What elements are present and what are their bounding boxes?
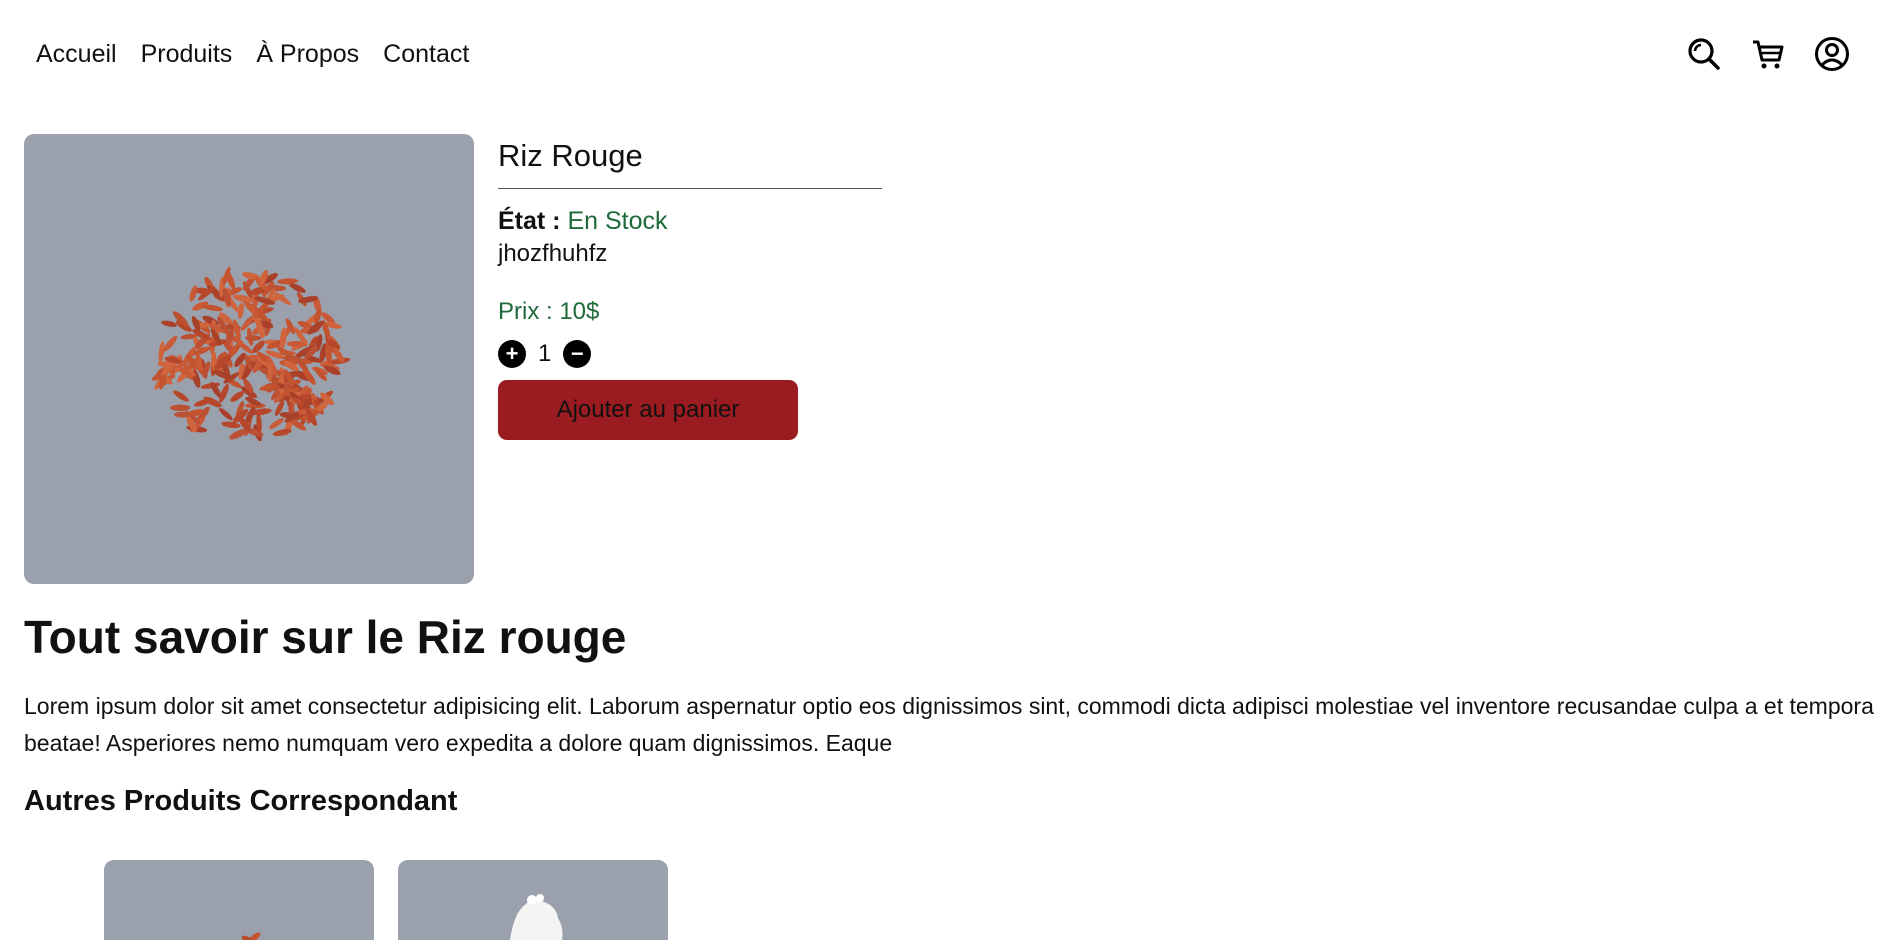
nav-links: Accueil Produits À Propos Contact [36,40,469,69]
search-icon[interactable] [1686,36,1722,72]
nav-link-produits[interactable]: Produits [141,40,233,69]
related-products [104,860,668,940]
add-to-cart-button[interactable]: Ajouter au panier [498,380,798,440]
related-title: Autres Produits Correspondant [24,785,458,817]
nav-link-a-propos[interactable]: À Propos [256,40,359,69]
product-image [24,134,474,584]
product-price: Prix : 10$ [498,298,600,325]
cart-icon[interactable] [1750,36,1786,72]
about-text: Lorem ipsum dolor sit amet consectetur a… [24,693,1874,756]
quantity-value: 1 [538,340,552,367]
status-value: En Stock [567,207,668,235]
plus-icon[interactable]: + [498,340,526,368]
stock-status: État : En Stock [498,207,882,236]
user-icon[interactable] [1814,36,1850,72]
nav-icons [1686,36,1850,72]
related-product-card[interactable] [398,860,668,940]
nav-link-accueil[interactable]: Accueil [36,40,117,69]
product-title: Riz Rouge [498,138,882,189]
product-details: Riz Rouge État : En Stock jhozfhuhfz Pri… [498,134,882,440]
red-rice-thumbnail [241,932,261,940]
white-rice-thumbnail [510,894,563,940]
product-description: jhozfhuhfz [498,240,608,267]
red-rice-image [151,266,351,442]
top-nav: Accueil Produits À Propos Contact [0,0,1894,110]
about-title: Tout savoir sur le Riz rouge [24,611,627,663]
related-product-card[interactable] [104,860,374,940]
nav-link-contact[interactable]: Contact [383,40,469,69]
minus-icon[interactable]: − [563,340,592,368]
status-label: État : [498,207,568,235]
quantity-stepper: + 1 − [498,340,882,368]
